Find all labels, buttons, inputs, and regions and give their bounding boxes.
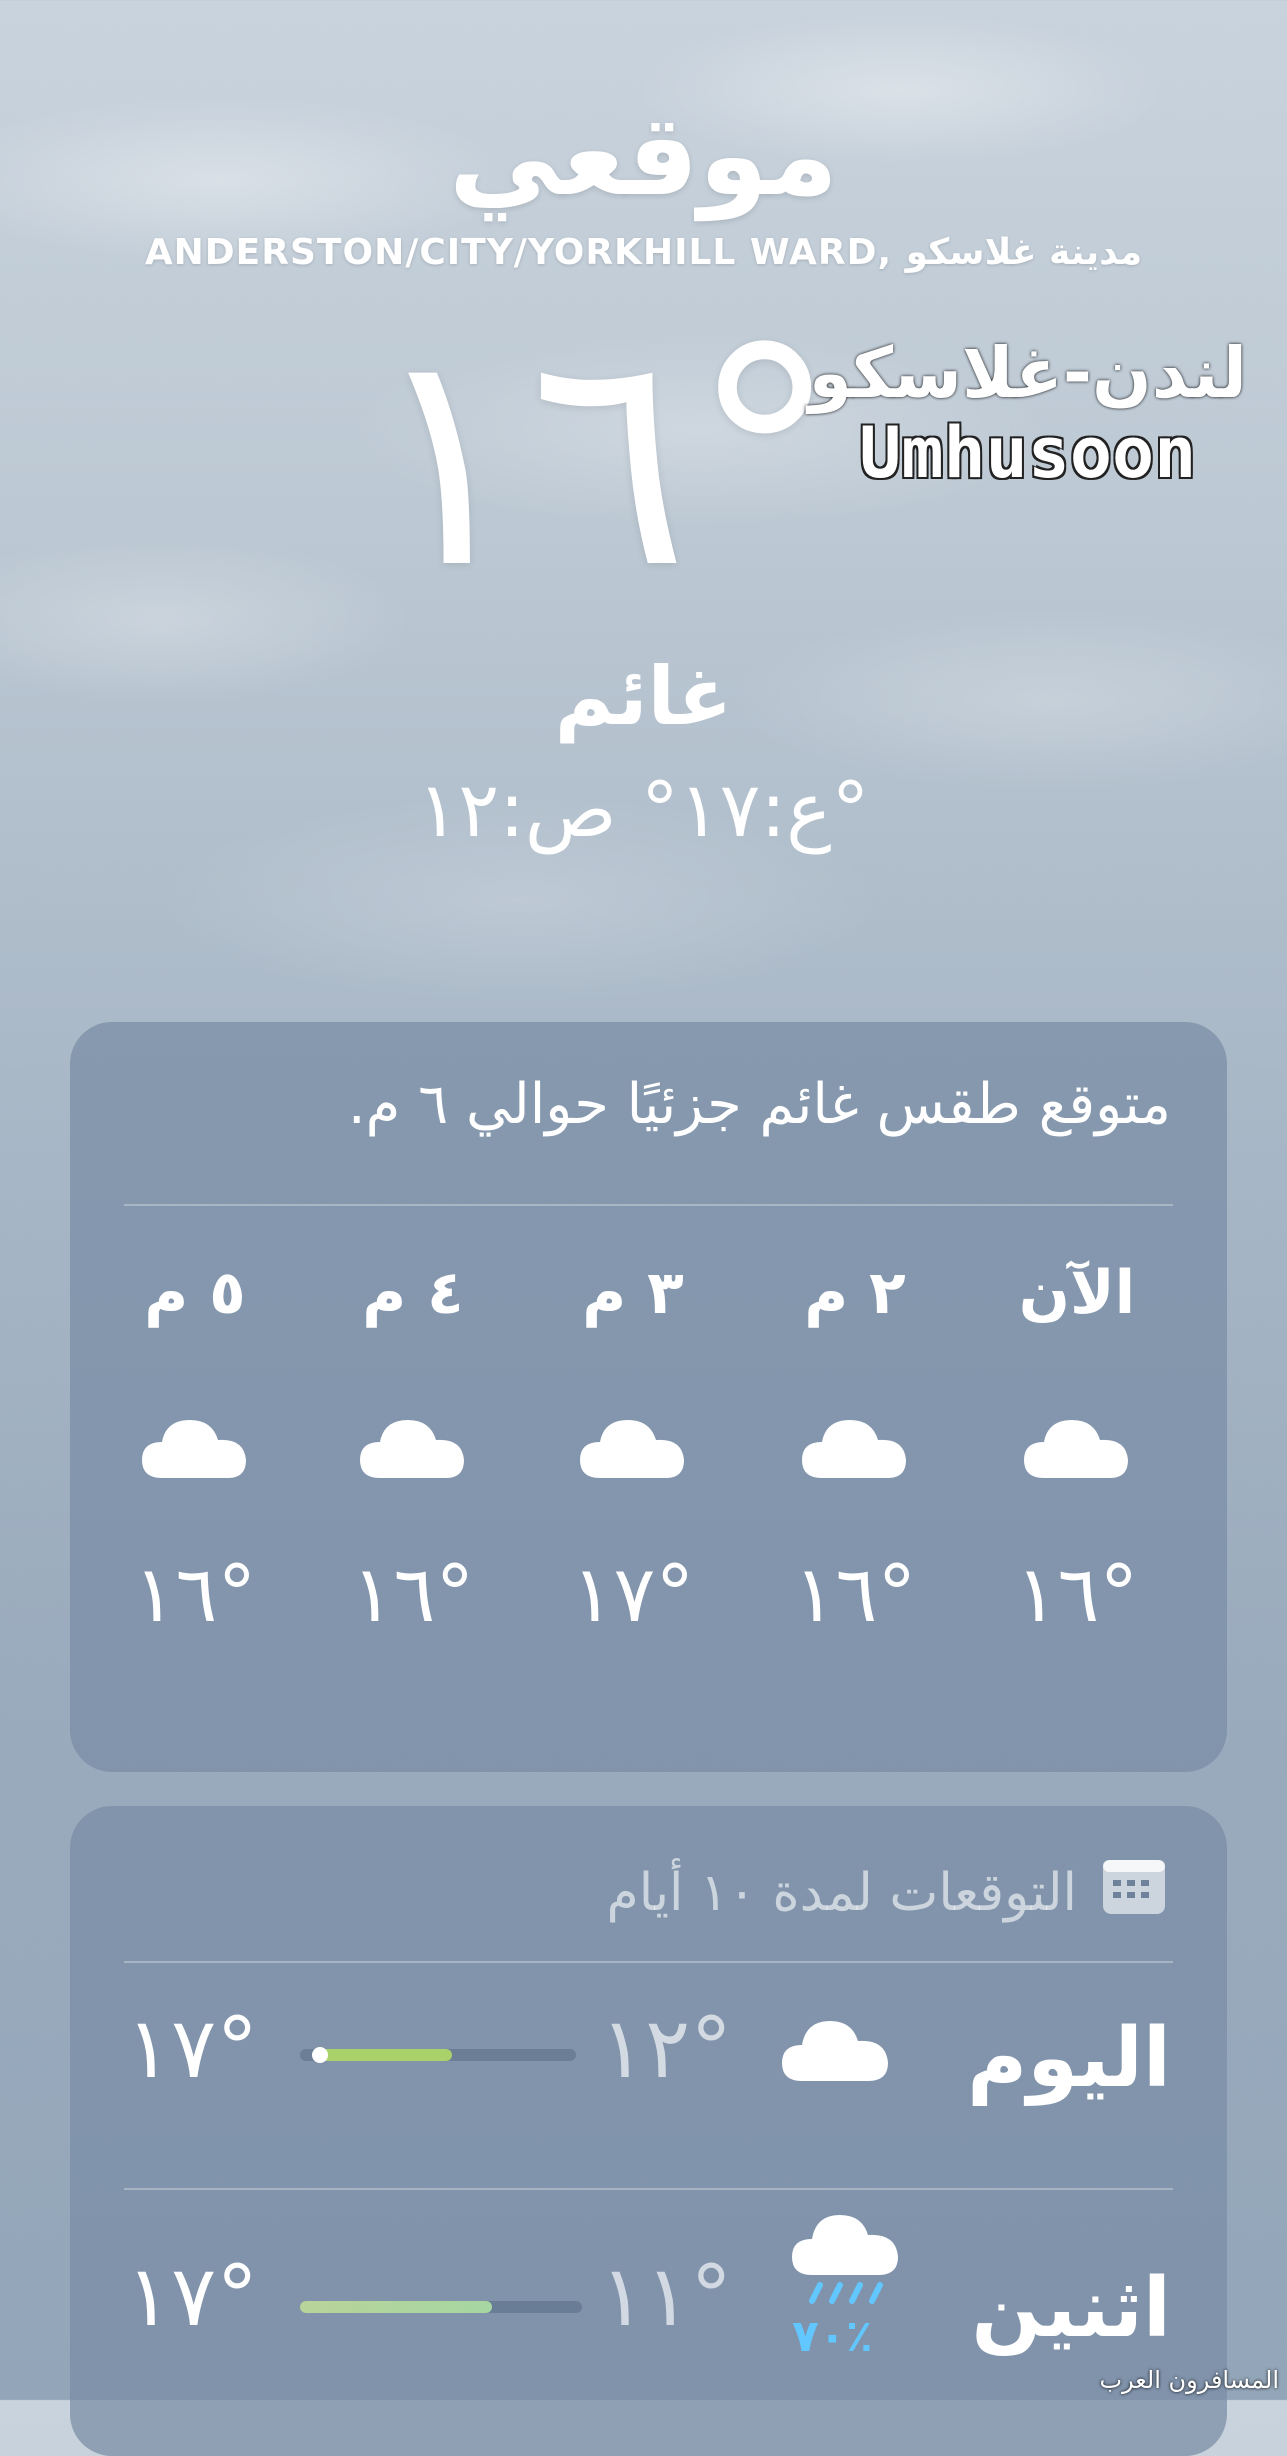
cloud-icon — [1022, 1410, 1132, 1480]
temp-range-bar — [300, 2047, 576, 2063]
current-condition: غائم — [554, 650, 733, 743]
hour-temp: ١٦° — [133, 1550, 257, 1640]
temp-range-fill — [300, 2301, 492, 2313]
day-low: ١٢° — [600, 1999, 733, 2097]
hour-temp: ١٧° — [571, 1550, 695, 1640]
calendar-icon — [1101, 1856, 1167, 1929]
hour-temp: ١٦° — [1015, 1550, 1139, 1640]
cloud-icon — [578, 1410, 688, 1480]
hour-label: ٢ م — [804, 1258, 906, 1328]
hour-label: الآن — [1018, 1258, 1136, 1328]
temp-range-bar — [300, 2301, 582, 2313]
day-row[interactable]: اثنين ٧٠٪ ١١° ١٧° — [70, 2211, 1227, 2411]
hourly-summary: متوقع طقس غائم جزئيًا حوالي ٦ م. — [347, 1072, 1171, 1137]
hour-item[interactable]: ٤ م ١٦° — [303, 1258, 523, 1640]
divider — [124, 1961, 1173, 1963]
cloud-icon — [140, 1410, 250, 1480]
cloud-icon — [780, 2011, 890, 2087]
cloud-icon — [358, 1410, 468, 1480]
hour-item[interactable]: ٥ م ١٦° — [85, 1258, 305, 1640]
high-low: ع:١٧° ص:١٢° — [417, 765, 870, 854]
rain-cloud-icon — [790, 2211, 900, 2315]
divider — [124, 2188, 1173, 2190]
day-high: ١٧° — [126, 1999, 259, 2097]
hour-temp: ١٦° — [351, 1550, 475, 1640]
hour-temp: ١٦° — [793, 1550, 917, 1640]
watermark-line2: Umhusoon — [859, 412, 1197, 494]
ten-day-forecast-card[interactable]: التوقعات لمدة ١٠ أيام اليوم ١٢° ١٧° اثني… — [70, 1806, 1227, 2456]
hour-label: ٥ م — [144, 1258, 246, 1328]
day-high: ١٧° — [126, 2247, 259, 2345]
day-name: اليوم — [967, 2011, 1171, 2106]
divider — [124, 1204, 1173, 1206]
hour-item[interactable]: الآن ١٦° — [967, 1258, 1187, 1640]
ten-day-title: التوقعات لمدة ١٠ أيام — [606, 1862, 1077, 1923]
current-temp-dot — [312, 2047, 328, 2063]
watermark-line1: لندن-غلاسكو — [808, 332, 1248, 414]
precip-chance: ٧٠٪ — [792, 2311, 873, 2362]
day-low: ١١° — [600, 2247, 733, 2345]
hour-item[interactable]: ٣ م ١٧° — [523, 1258, 743, 1640]
day-name: اثنين — [971, 2261, 1171, 2356]
hour-label: ٣ م — [582, 1258, 684, 1328]
ten-day-header: التوقعات لمدة ١٠ أيام — [607, 1856, 1167, 1929]
hour-item[interactable]: ٢ م ١٦° — [745, 1258, 965, 1640]
watermark: لندن-غلاسكو Umhusoon — [808, 332, 1248, 495]
temp-range-fill — [314, 2049, 452, 2061]
cloud-icon — [800, 1410, 910, 1480]
hourly-forecast-card[interactable]: متوقع طقس غائم جزئيًا حوالي ٦ م. الآن ١٦… — [70, 1022, 1227, 1772]
location-subtitle: ANDERSTON/CITY/YORKHILL WARD, مدينة غلاس… — [144, 232, 1143, 273]
site-logo: المسافرون العرب — [1099, 2366, 1279, 2394]
hourly-list[interactable]: الآن ١٦° ٢ م ١٦° ٣ م ١٧° ٤ م ١٦° ٥ م ١٦° — [70, 1258, 1227, 1718]
hour-label: ٤ م — [362, 1258, 464, 1328]
location-title: موقعي — [448, 91, 839, 221]
day-row[interactable]: اليوم ١٢° ١٧° — [70, 1999, 1227, 2211]
